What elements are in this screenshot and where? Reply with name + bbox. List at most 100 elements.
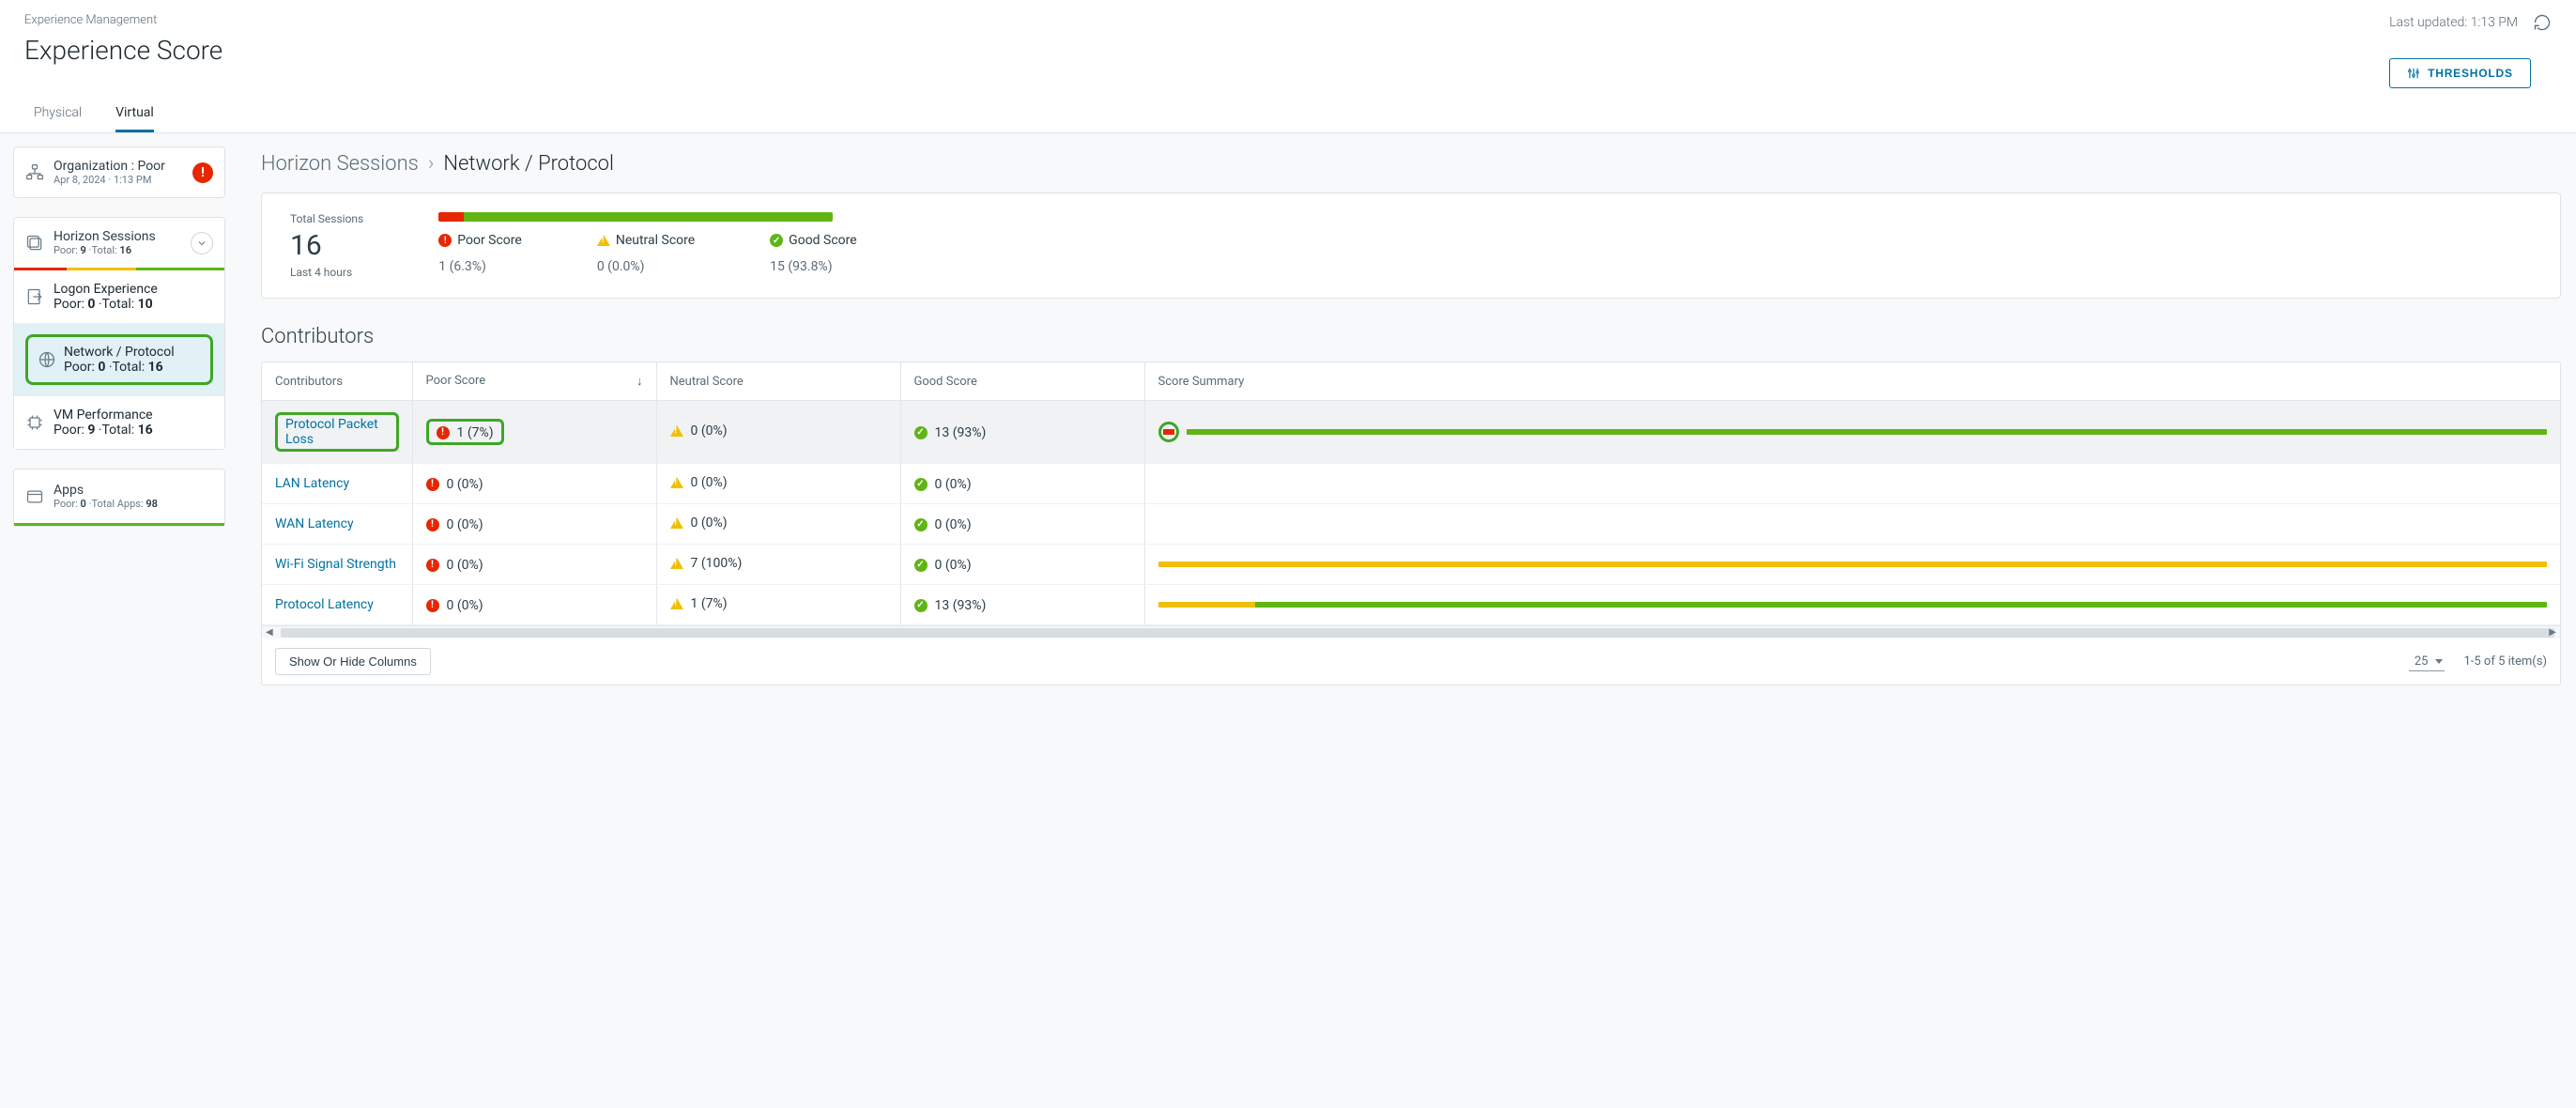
good-icon: ✓ xyxy=(914,518,928,531)
main-content: Horizon Sessions › Network / Protocol To… xyxy=(238,133,2576,1108)
contributor-link[interactable]: Wi-Fi Signal Strength xyxy=(275,557,396,572)
tab-virtual[interactable]: Virtual xyxy=(115,105,154,132)
neutral-icon xyxy=(670,477,683,488)
org-title: Organization : Poor xyxy=(54,159,183,174)
network-title: Network / Protocol xyxy=(64,345,175,360)
table-row: WAN Latency!0 (0%)0 (0%)✓0 (0%) xyxy=(262,504,2560,545)
network-icon xyxy=(38,350,56,369)
poor-icon: ! xyxy=(426,599,439,612)
contributor-link[interactable]: LAN Latency xyxy=(275,476,349,491)
poor-icon: ! xyxy=(438,234,452,247)
sidebar-apps[interactable]: Apps Poor: 0 ·Total Apps: 98 xyxy=(14,469,224,523)
total-sessions-value: 16 xyxy=(290,229,363,262)
poor-score-val: 1 (6.3%) xyxy=(438,252,522,274)
poor-icon: ! xyxy=(426,559,439,572)
good-icon: ✓ xyxy=(770,234,783,247)
score-summary-bar xyxy=(1158,562,2548,567)
thresholds-button[interactable]: THRESHOLDS xyxy=(2389,58,2531,88)
neutral-cell: 0 (0%) xyxy=(656,504,900,545)
good-icon: ✓ xyxy=(914,426,928,439)
pager-text: 1-5 of 5 item(s) xyxy=(2463,654,2547,669)
poor-cell: !0 (0%) xyxy=(412,545,656,585)
summary-cell xyxy=(1144,401,2560,464)
summary-cell xyxy=(1144,504,2560,545)
poor-icon: ! xyxy=(426,478,439,491)
sessions-sub: Poor: 9 ·Total: 16 xyxy=(54,244,181,256)
good-icon: ✓ xyxy=(914,478,928,491)
page-size-select[interactable]: 25 xyxy=(2409,653,2446,671)
neutral-icon xyxy=(597,235,610,246)
neutral-cell: 1 (7%) xyxy=(656,585,900,625)
sidebar-horizon-sessions[interactable]: Horizon Sessions Poor: 9 ·Total: 16 xyxy=(14,218,224,268)
logon-icon xyxy=(25,287,44,306)
hierarchy-icon xyxy=(25,163,44,182)
crumb-horizon[interactable]: Horizon Sessions xyxy=(261,152,419,176)
total-sessions-label: Total Sessions xyxy=(290,212,363,225)
crumb-current: Network / Protocol xyxy=(443,152,614,176)
contributors-table: Contributors Poor Score↓ Neutral Score G… xyxy=(261,362,2561,685)
org-sub: Apr 8, 2024 · 1:13 PM xyxy=(54,174,183,186)
logon-sub: Poor: 0 ·Total: 10 xyxy=(54,297,158,312)
sessions-title: Horizon Sessions xyxy=(54,229,181,244)
sidebar: Organization : Poor Apr 8, 2024 · 1:13 P… xyxy=(0,133,238,1108)
logon-title: Logon Experience xyxy=(54,282,158,297)
tab-physical[interactable]: Physical xyxy=(34,105,82,132)
neutral-icon xyxy=(670,425,683,437)
page-title: Experience Score xyxy=(24,35,222,66)
sidebar-organization[interactable]: Organization : Poor Apr 8, 2024 · 1:13 P… xyxy=(13,146,225,198)
sidebar-sessions-card: Horizon Sessions Poor: 9 ·Total: 16 xyxy=(13,217,225,450)
summary-score-bar xyxy=(438,212,833,222)
neutral-icon xyxy=(670,517,683,529)
th-contributors[interactable]: Contributors xyxy=(262,362,412,401)
tabs: Physical Virtual xyxy=(0,88,2576,133)
neutral-cell: 7 (100%) xyxy=(656,545,900,585)
sessions-score-strip xyxy=(14,268,224,270)
th-poor[interactable]: Poor Score↓ xyxy=(412,362,656,401)
table-row: Wi-Fi Signal Strength!0 (0%)7 (100%)✓0 (… xyxy=(262,545,2560,585)
neutral-icon xyxy=(670,558,683,569)
contributors-title: Contributors xyxy=(261,325,2561,348)
score-summary-bar xyxy=(1187,429,2548,435)
chevron-down-icon[interactable] xyxy=(191,232,213,254)
poor-cell: !0 (0%) xyxy=(412,585,656,625)
good-score-head: ✓ Good Score xyxy=(770,233,857,248)
show-hide-columns-button[interactable]: Show Or Hide Columns xyxy=(275,648,431,675)
sliders-icon xyxy=(2407,67,2420,80)
apps-sub: Poor: 0 ·Total Apps: 98 xyxy=(54,498,213,510)
good-cell: ✓0 (0%) xyxy=(900,504,1144,545)
th-summary[interactable]: Score Summary xyxy=(1144,362,2560,401)
main-breadcrumb: Horizon Sessions › Network / Protocol xyxy=(261,152,2561,176)
neutral-cell: 0 (0%) xyxy=(656,401,900,464)
summary-cell xyxy=(1144,585,2560,625)
contributor-link[interactable]: Protocol Packet Loss xyxy=(285,417,378,447)
poor-icon: ! xyxy=(426,518,439,531)
sidebar-network-protocol[interactable]: Network / Protocol Poor: 0 ·Total: 16 xyxy=(14,323,224,396)
refresh-icon[interactable] xyxy=(2533,13,2552,32)
neutral-cell: 0 (0%) xyxy=(656,464,900,504)
poor-score-head: ! Poor Score xyxy=(438,233,522,248)
vm-sub: Poor: 9 ·Total: 16 xyxy=(54,423,153,438)
breadcrumb: Experience Management xyxy=(24,13,222,27)
table-horizontal-scrollbar[interactable]: ◀▶ xyxy=(262,625,2560,639)
poor-cell: !0 (0%) xyxy=(412,464,656,504)
cpu-icon xyxy=(25,413,44,432)
apps-icon xyxy=(25,487,44,506)
apps-score-strip xyxy=(14,523,224,526)
table-row: LAN Latency!0 (0%)0 (0%)✓0 (0%) xyxy=(262,464,2560,504)
sidebar-logon-experience[interactable]: Logon Experience Poor: 0 ·Total: 10 xyxy=(14,270,224,323)
sessions-icon xyxy=(25,234,44,253)
network-sub: Poor: 0 ·Total: 16 xyxy=(64,360,175,375)
last-updated: Last updated: 1:13 PM xyxy=(2389,15,2518,30)
good-icon: ✓ xyxy=(914,559,928,572)
th-good[interactable]: Good Score xyxy=(900,362,1144,401)
sidebar-vm-performance[interactable]: VM Performance Poor: 9 ·Total: 16 xyxy=(14,396,224,449)
sort-desc-icon: ↓ xyxy=(636,374,643,389)
contributor-link[interactable]: WAN Latency xyxy=(275,516,354,531)
sidebar-network-highlight: Network / Protocol Poor: 0 ·Total: 16 xyxy=(25,334,213,385)
sidebar-apps-card: Apps Poor: 0 ·Total Apps: 98 xyxy=(13,469,225,527)
apps-title: Apps xyxy=(54,483,213,498)
th-neutral[interactable]: Neutral Score xyxy=(656,362,900,401)
table-row: Protocol Packet Loss!1 (7%)0 (0%)✓13 (93… xyxy=(262,401,2560,464)
contributor-link[interactable]: Protocol Latency xyxy=(275,597,374,612)
neutral-score-head: Neutral Score xyxy=(597,233,695,248)
